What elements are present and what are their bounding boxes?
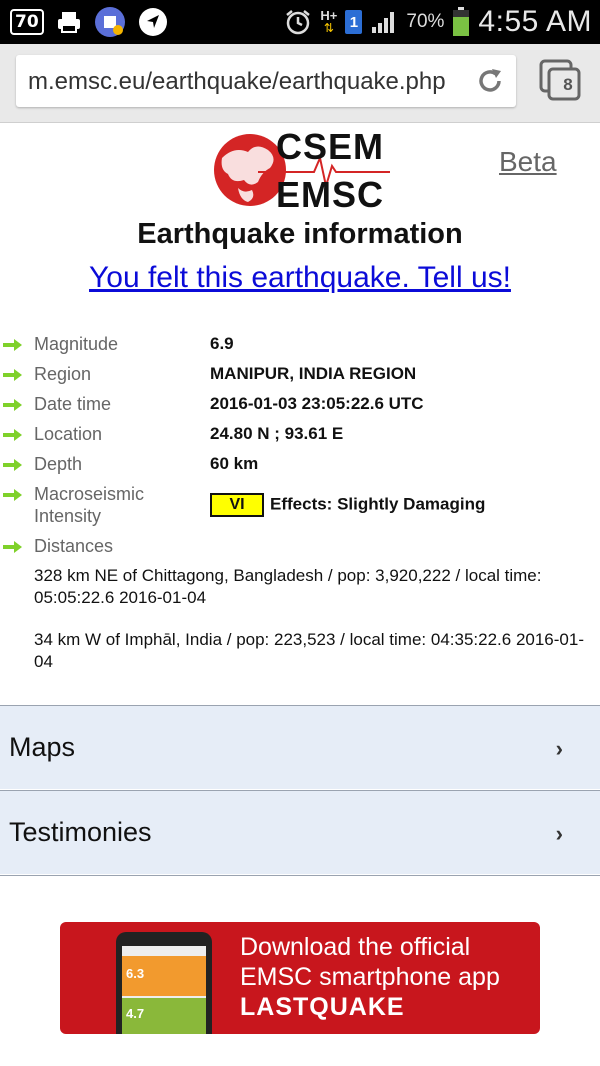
testimonies-label: Testimonies xyxy=(9,817,152,847)
cleaner-app-icon xyxy=(94,6,126,38)
status-bar: 70 H+ ⇅ 1 70% 4:55 AM xyxy=(0,0,600,44)
green-arrow-icon xyxy=(3,339,22,351)
chevron-right-icon: › xyxy=(555,736,563,761)
magnitude-value: 6.9 xyxy=(210,334,234,353)
region-value: MANIPUR, INDIA REGION xyxy=(210,364,417,383)
felt-report-link[interactable]: You felt this earthquake. Tell us! xyxy=(0,261,600,295)
notification-count-badge: 70 xyxy=(10,9,44,35)
lastquake-app-banner[interactable]: 6.3 4.7 Download the official EMSC smart… xyxy=(60,922,540,1034)
reload-icon[interactable] xyxy=(474,65,506,102)
phone-magnitude-2: 4.7 xyxy=(126,1006,145,1021)
maps-section[interactable]: Maps › xyxy=(0,705,600,789)
battery-icon xyxy=(452,7,470,37)
distance-item: 328 km NE of Chittagong, Bangladesh / po… xyxy=(34,566,542,607)
signal-strength-icon xyxy=(370,10,398,34)
tab-count: 8 xyxy=(563,75,573,94)
testimonies-section[interactable]: Testimonies › xyxy=(0,790,600,874)
distances-label: Distances xyxy=(34,536,114,556)
banner-line-1: Download the official xyxy=(240,933,471,961)
address-bar[interactable]: m.emsc.eu/earthquake/earthquake.php xyxy=(16,55,516,107)
green-arrow-icon xyxy=(3,489,22,501)
intensity-label: Macroseismic Intensity xyxy=(34,484,145,526)
green-arrow-icon xyxy=(3,541,22,553)
region-label: Region xyxy=(34,364,92,384)
battery-percent: 70% xyxy=(406,11,445,32)
depth-value: 60 km xyxy=(210,454,259,473)
depth-label: Depth xyxy=(34,454,83,474)
location-label: Location xyxy=(34,424,103,444)
chevron-right-icon: › xyxy=(555,821,563,846)
logo-text-emsc: EMSC xyxy=(276,174,385,215)
emsc-logo[interactable]: CSEM EMSC xyxy=(214,126,390,215)
navigation-arrow-icon xyxy=(138,7,168,37)
clock: 4:55 AM xyxy=(478,5,592,38)
location-value: 24.80 N ; 93.61 E xyxy=(210,424,344,443)
alarm-clock-icon xyxy=(284,8,312,36)
browser-toolbar: m.emsc.eu/earthquake/earthquake.php 8 xyxy=(0,44,600,123)
green-arrow-icon xyxy=(3,429,22,441)
green-arrow-icon xyxy=(3,369,22,381)
logo-text-csem: CSEM xyxy=(276,126,385,167)
green-arrow-icon xyxy=(3,459,22,471)
phone-magnitude-1: 6.3 xyxy=(126,966,145,981)
network-type-icon: H+ ⇅ xyxy=(320,9,337,35)
banner-line-3: LASTQUAKE xyxy=(240,993,405,1021)
magnitude-label: Magnitude xyxy=(34,334,119,354)
banner-line-2: EMSC smartphone app xyxy=(240,963,500,991)
intensity-badge: VI xyxy=(210,493,264,517)
tab-switcher-button[interactable]: 8 xyxy=(538,58,584,104)
printer-icon xyxy=(56,10,82,34)
sim-icon: 1 xyxy=(345,10,363,34)
beta-link[interactable]: Beta xyxy=(499,146,557,178)
datetime-value: 2016-01-03 23:05:22.6 UTC xyxy=(210,394,424,413)
green-arrow-icon xyxy=(3,399,22,411)
data-arrows-icon: ⇅ xyxy=(323,21,334,35)
datetime-label: Date time xyxy=(34,394,112,414)
distance-item: 34 km W of Imphāl, India / pop: 223,523 … xyxy=(34,630,584,671)
banner-text: Download the official EMSC smartphone ap… xyxy=(240,932,530,1022)
intensity-value-group: VI Effects: Slightly Damaging xyxy=(210,493,485,517)
divider xyxy=(0,875,600,876)
page-title: Earthquake information xyxy=(137,218,463,250)
maps-label: Maps xyxy=(9,732,76,762)
phone-illustration: 6.3 4.7 xyxy=(116,932,212,1034)
url-text[interactable]: m.emsc.eu/earthquake/earthquake.php xyxy=(28,68,458,96)
intensity-effects: Effects: Slightly Damaging xyxy=(270,494,486,514)
